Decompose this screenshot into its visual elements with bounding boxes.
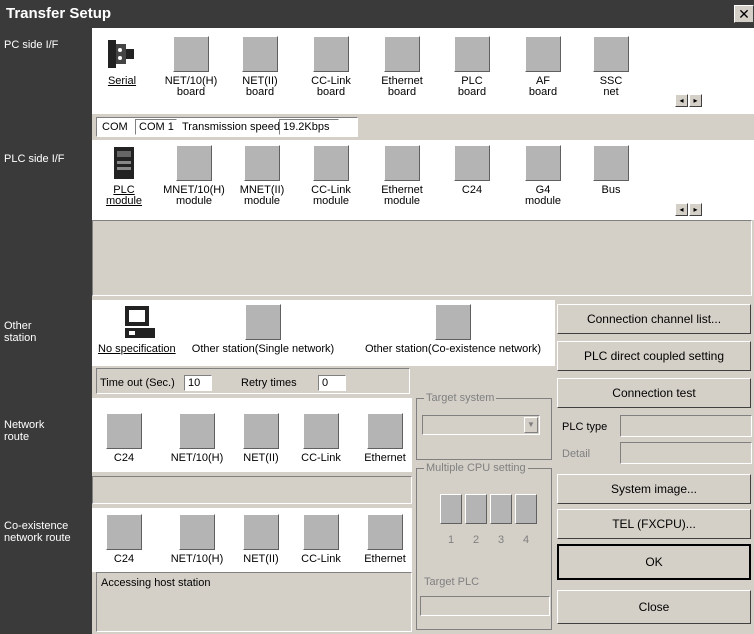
network-route-detail (92, 476, 412, 504)
route-cclink[interactable]: CC-Link (296, 413, 346, 464)
detail-label: Detail (562, 448, 591, 460)
target-system-label: Target system (424, 392, 497, 404)
system-image-button[interactable]: System image... (557, 474, 751, 504)
cpu-slot-4[interactable] (515, 494, 537, 524)
cpu-number-2: 2 (473, 534, 480, 546)
chevron-down-icon[interactable]: ▼ (524, 417, 538, 433)
plc-if-mnet10h-module[interactable]: MNET/10(H) module (156, 145, 232, 207)
coexist-ethernet[interactable]: Ethernet (360, 514, 410, 565)
pc-scroll-left-button[interactable]: ◂ (675, 94, 688, 107)
plc-scroll-left-button[interactable]: ◂ (675, 203, 688, 216)
route-net2[interactable]: NET(II) (236, 413, 286, 464)
transfer-setup-window: Transfer Setup ✕ PC side I/F PLC side I/… (0, 0, 754, 634)
detail-field (620, 442, 752, 464)
multiple-cpu-label: Multiple CPU setting (424, 462, 528, 474)
plc-if-plc-module[interactable]: PLC module (102, 145, 146, 207)
close-button[interactable]: Close (557, 590, 751, 624)
other-no-specification[interactable]: No specification (96, 304, 186, 355)
cpu-number-3: 3 (498, 534, 505, 546)
tel-fxcpu-button[interactable]: TEL (FXCPU)... (557, 509, 751, 539)
close-window-button[interactable]: ✕ (734, 5, 754, 23)
cpu-slot-1[interactable] (440, 494, 462, 524)
plc-module-icon (106, 145, 142, 181)
plc-module-label: PLC module (105, 184, 143, 207)
plc-detail-area (92, 220, 752, 296)
pc-if-net2-board[interactable]: NET(II) board (230, 36, 290, 98)
pc-if-net10h-board[interactable]: NET/10(H) board (156, 36, 226, 98)
window-title: Transfer Setup (6, 5, 112, 22)
plc-scroll-right-button[interactable]: ▸ (689, 203, 702, 216)
transmission-speed-label: Transmission speed (182, 121, 281, 133)
ok-button[interactable]: OK (557, 544, 751, 580)
other-station-header: Other station (4, 320, 37, 344)
plc-if-c24[interactable]: C24 (442, 145, 502, 196)
target-system-dropdown[interactable] (422, 415, 540, 435)
coexist-c24[interactable]: C24 (104, 514, 144, 565)
connection-channel-list-button[interactable]: Connection channel list... (557, 304, 751, 334)
route-net10h[interactable]: NET/10(H) (162, 413, 232, 464)
pc-side-if-header: PC side I/F (4, 39, 59, 51)
target-plc-field[interactable] (420, 596, 550, 616)
left-header-column: PC side I/F PLC side I/F Other station N… (0, 28, 92, 634)
com-row: COM COM 1 Transmission speed 19.2Kbps (92, 114, 754, 140)
pc-if-ssc-net[interactable]: SSC net (581, 36, 641, 98)
coexist-net2[interactable]: NET(II) (236, 514, 286, 565)
network-route-header: Network route (4, 419, 45, 443)
coexist-cclink[interactable]: CC-Link (296, 514, 346, 565)
timeout-label: Time out (Sec.) (100, 377, 175, 389)
plc-type-label: PLC type (562, 421, 608, 433)
target-plc-label: Target PLC (424, 576, 480, 588)
computer-icon (123, 304, 159, 340)
plc-direct-coupled-button[interactable]: PLC direct coupled setting (557, 341, 751, 371)
other-single-network[interactable]: Other station(Single network) (188, 304, 338, 355)
status-text: Accessing host station (101, 577, 211, 589)
coexistence-route-panel: C24 NET/10(H) NET(II) CC-Link Ethernet (92, 508, 412, 572)
pc-if-serial[interactable]: Serial (102, 36, 142, 87)
plc-if-cclink-module[interactable]: CC-Link module (301, 145, 361, 207)
com-port-field[interactable]: COM 1 (135, 119, 177, 135)
route-ethernet[interactable]: Ethernet (360, 413, 410, 464)
cpu-slot-3[interactable] (490, 494, 512, 524)
network-route-panel: C24 NET/10(H) NET(II) CC-Link Ethernet (92, 398, 412, 472)
retry-field[interactable]: 0 (318, 375, 346, 391)
transmission-speed-field[interactable]: 19.2Kbps (279, 119, 339, 135)
retry-label: Retry times (241, 377, 297, 389)
com-label: COM (102, 121, 128, 133)
plc-side-panel: PLC module MNET/10(H) module MNET(II) mo… (92, 140, 754, 220)
cpu-number-4: 4 (523, 534, 530, 546)
plc-if-bus[interactable]: Bus (581, 145, 641, 196)
title-bar: Transfer Setup ✕ (0, 0, 754, 28)
coexistence-route-header: Co-existence network route (4, 520, 71, 544)
plc-side-if-header: PLC side I/F (4, 153, 65, 165)
connection-test-button[interactable]: Connection test (557, 378, 751, 408)
pc-side-panel: Serial NET/10(H) board NET(II) board CC-… (92, 28, 754, 114)
pc-if-af-board[interactable]: AF board (513, 36, 573, 98)
coexist-net10h[interactable]: NET/10(H) (162, 514, 232, 565)
pc-if-cclink-board[interactable]: CC-Link board (301, 36, 361, 98)
route-c24[interactable]: C24 (104, 413, 144, 464)
serial-label: Serial (107, 75, 137, 87)
other-coexistence-network[interactable]: Other station(Co-existence network) (358, 304, 548, 355)
other-station-panel: No specification Other station(Single ne… (92, 300, 555, 366)
plc-type-field (620, 415, 752, 437)
plc-if-ethernet-module[interactable]: Ethernet module (372, 145, 432, 207)
pc-if-ethernet-board[interactable]: Ethernet board (372, 36, 432, 98)
timeout-field[interactable]: 10 (184, 375, 212, 391)
pc-scroll-right-button[interactable]: ▸ (689, 94, 702, 107)
serial-cable-icon (104, 36, 140, 72)
cpu-number-1: 1 (448, 534, 455, 546)
cpu-slot-2[interactable] (465, 494, 487, 524)
plc-if-g4-module[interactable]: G4 module (513, 145, 573, 207)
pc-if-plc-board[interactable]: PLC board (442, 36, 502, 98)
plc-if-mnet2-module[interactable]: MNET(II) module (230, 145, 294, 207)
